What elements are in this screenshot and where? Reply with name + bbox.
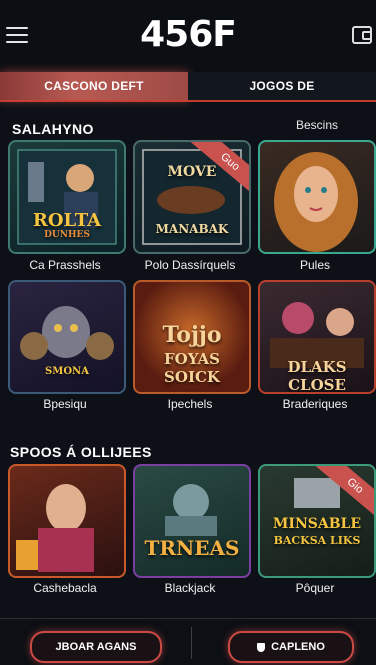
section-title-salahyno: SALAHYNO [12,121,94,137]
game-art-subtitle: BACKSA LIKS [273,534,361,547]
game-tile-cashebacla[interactable] [8,464,126,578]
section-side-link[interactable]: Bescins [296,118,338,132]
game-label[interactable]: Blackjack [128,581,252,595]
game-label[interactable]: Ca Prasshels [3,258,127,272]
game-tile-rolta[interactable]: ROLTA DUNHES [8,140,126,254]
game-art [274,152,358,252]
wallet-icon[interactable] [352,26,372,44]
game-label[interactable]: Cashebacla [3,581,127,595]
game-tile-blackjack[interactable]: TRNEAS [133,464,251,578]
shield-icon [257,642,266,652]
game-tile-poquer[interactable]: MINSABLE BACKSA LIKS Gio [258,464,376,578]
game-art-subtitle: FOYAS SOICK [164,350,220,386]
tab-jogos-de[interactable]: JOGOS DE [188,72,376,100]
game-label[interactable]: Braderiques [253,397,376,411]
jboar-agans-button[interactable]: JBOAR AGANS [30,631,162,663]
game-art-title: SMONA [45,366,89,377]
game-art-title: DLAKS CLOSE [287,358,347,394]
game-art-title: MINSABLE [272,516,362,532]
game-art-subtitle: MANABAK [155,222,229,236]
bottom-bar: JBOAR AGANS CAPLENO [0,618,376,665]
capleno-label: CAPLENO [271,641,325,653]
game-art-title: TRNEAS [144,536,240,560]
game-label[interactable]: Ipechels [128,397,252,411]
divider [191,627,192,659]
top-bar: 456F [0,0,376,72]
game-art-title: ROLTA [32,210,102,231]
game-tile-move[interactable]: MOVE MANABAK Guo [133,140,251,254]
tab-cascono-deft[interactable]: CASCONO DEFT [0,72,188,100]
game-label[interactable]: Pôquer [253,581,376,595]
game-tile-dlaks[interactable]: DLAKS CLOSE [258,280,376,394]
game-label[interactable]: Bpesiqu [3,397,127,411]
game-label[interactable]: Pules [253,258,376,272]
category-tabs: CASCONO DEFT JOGOS DE [0,72,376,102]
game-tile-tojjo[interactable]: Tojjo FOYAS SOICK [133,280,251,394]
section-title-spoos: SPOOS Á OLLIJEES [10,444,152,460]
game-art-subtitle: DUNHES [44,230,90,240]
game-art [16,484,94,572]
game-label[interactable]: Polo Dassírquels [128,258,252,272]
game-tile-pules[interactable] [258,140,376,254]
game-art-title: Tojjo [162,322,222,348]
game-tile-smona[interactable]: SMONA [8,280,126,394]
capleno-button[interactable]: CAPLENO [228,631,354,663]
app-logo[interactable]: 456F [0,14,376,55]
